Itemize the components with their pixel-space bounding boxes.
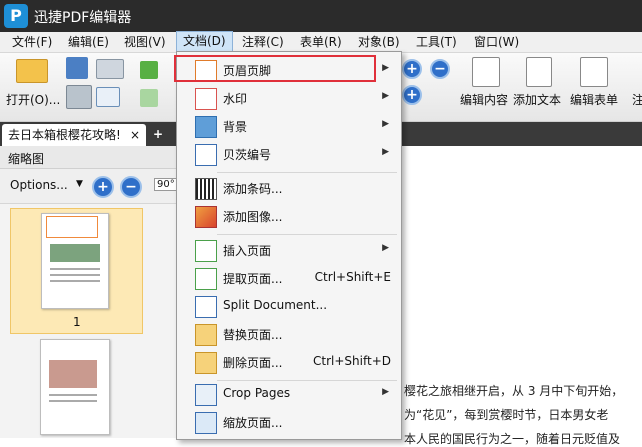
page-number-1: 1 <box>73 315 81 329</box>
submenu-arrow-icon: ▶ <box>382 63 389 73</box>
zoom-out-icon[interactable]: − <box>430 59 450 79</box>
split-document-icon <box>195 296 217 318</box>
menu-item-extract-page[interactable]: 提取页面... Ctrl+Shift+E <box>177 264 401 292</box>
document-text-line-3: 本人民的国民行为之一，随着日元贬值及 <box>404 432 621 446</box>
extract-page-icon <box>195 268 217 290</box>
edit-form-icon[interactable] <box>580 57 608 87</box>
bates-number-icon <box>195 144 217 166</box>
menu-item-add-image[interactable]: 添加图像... <box>177 202 401 230</box>
zoom-in-icon[interactable]: + <box>402 59 422 79</box>
thumbnail-panel: 缩略图 Options... ▼ + − 90° 1 <box>0 146 178 438</box>
panel-toolbar: Options... ▼ + − 90° <box>0 169 178 204</box>
menu-window[interactable]: 窗口(W) <box>468 32 525 52</box>
close-tab-icon[interactable]: × <box>130 124 140 146</box>
highlight-box <box>174 55 376 82</box>
add-text-button[interactable]: 添加文本 <box>513 91 561 108</box>
window-title: 迅捷PDF编辑器 <box>34 10 132 26</box>
page-thumbnail-1[interactable] <box>41 213 109 309</box>
open-button[interactable]: 打开(O)... <box>6 91 60 108</box>
print-icon[interactable] <box>66 85 92 109</box>
menu-object[interactable]: 对象(B) <box>352 32 406 52</box>
background-icon <box>195 116 217 138</box>
page-thumbnail-2[interactable] <box>40 339 110 435</box>
new-tab-icon[interactable]: + <box>150 126 166 142</box>
thumbnail-text-line <box>49 394 97 396</box>
document-tab-label: 去日本箱根樱花攻略! <box>8 128 121 142</box>
menu-item-replace-page[interactable]: 替换页面... <box>177 320 401 348</box>
scanner-icon[interactable] <box>96 59 124 79</box>
menu-tools[interactable]: 工具(T) <box>410 32 463 52</box>
thumbnail-zoom-in-icon[interactable]: + <box>92 176 114 198</box>
shortcut-text: Ctrl+Shift+D <box>313 354 391 368</box>
zoom-fit-icon[interactable]: + <box>402 85 422 105</box>
menu-item-crop-pages[interactable]: Crop Pages ▶ <box>177 380 401 408</box>
menu-item-split-document[interactable]: Split Document... <box>177 292 401 320</box>
document-menu-dropdown: 页眉页脚 ▶ 水印 ▶ 背景 ▶ 贝茨编号 ▶ 添加条码... 添加图像... … <box>176 51 402 440</box>
delete-page-icon <box>195 352 217 374</box>
submenu-arrow-icon: ▶ <box>382 147 389 157</box>
title-bar: P 迅捷PDF编辑器 <box>0 0 642 32</box>
email-icon[interactable] <box>96 87 120 107</box>
menu-item-add-barcode[interactable]: 添加条码... <box>177 174 401 202</box>
menu-form[interactable]: 表单(R) <box>294 32 348 52</box>
rotate-button[interactable]: 90° <box>154 178 178 191</box>
add-image-icon <box>195 206 217 228</box>
barcode-icon <box>195 178 217 200</box>
thumbnail-header-highlight <box>46 216 98 238</box>
menu-item-delete-page[interactable]: 删除页面... Ctrl+Shift+D <box>177 348 401 376</box>
menu-item-bates-number[interactable]: 贝茨编号 ▶ <box>177 140 401 168</box>
app-logo-icon: P <box>4 4 28 28</box>
menu-edit[interactable]: 编辑(E) <box>62 32 115 52</box>
save-icon[interactable] <box>66 57 88 79</box>
menu-separator <box>217 172 397 173</box>
menu-document[interactable]: 文档(D) <box>176 31 233 53</box>
open-folder-icon[interactable] <box>16 59 48 83</box>
document-text-line-1: 樱花之旅相继开启，从 3 月中下旬开始， <box>404 384 624 398</box>
shortcut-text: Ctrl+Shift+E <box>314 270 391 284</box>
edit-content-icon[interactable] <box>472 57 500 87</box>
edit-content-button[interactable]: 编辑内容 <box>460 91 508 108</box>
thumbnail-text-line <box>50 274 100 276</box>
thumbnail-text-line <box>50 268 100 270</box>
menu-bar: 文件(F) 编辑(E) 视图(V) 文档(D) 注释(C) 表单(R) 对象(B… <box>0 31 642 53</box>
thumbnail-text-line <box>50 280 100 282</box>
watermark-icon <box>195 88 217 110</box>
menu-item-background[interactable]: 背景 ▶ <box>177 112 401 140</box>
submenu-arrow-icon: ▶ <box>382 91 389 101</box>
add-text-icon[interactable] <box>526 57 552 87</box>
menu-item-watermark[interactable]: 水印 ▶ <box>177 84 401 112</box>
chevron-down-icon[interactable]: ▼ <box>76 179 83 189</box>
thumbnail-image <box>50 244 100 262</box>
insert-page-icon <box>195 240 217 262</box>
thumbnail-zoom-out-icon[interactable]: − <box>120 176 142 198</box>
submenu-arrow-icon: ▶ <box>382 243 389 253</box>
back-arrow-icon[interactable] <box>140 61 158 79</box>
crop-pages-icon <box>195 384 217 406</box>
thumbnail-text-line <box>49 400 97 402</box>
menu-separator <box>217 234 397 235</box>
menu-view[interactable]: 视图(V) <box>118 32 172 52</box>
thumbnail-image <box>49 360 97 388</box>
menu-item-insert-page[interactable]: 插入页面 ▶ <box>177 236 401 264</box>
panel-header: 缩略图 <box>0 146 177 169</box>
edit-form-button[interactable]: 编辑表单 <box>570 91 618 108</box>
submenu-arrow-icon: ▶ <box>382 387 389 397</box>
options-dropdown[interactable]: Options... <box>10 178 68 192</box>
document-text-line-2: 为“花见”，每到赏樱时节，日本男女老 <box>404 408 609 422</box>
menu-comment[interactable]: 注释(C) <box>236 32 290 52</box>
panel-title: 缩略图 <box>8 152 45 166</box>
submenu-arrow-icon: ▶ <box>382 119 389 129</box>
replace-page-icon <box>195 324 217 346</box>
thumbnail-selected[interactable]: 1 <box>10 208 143 334</box>
document-tab[interactable]: 去日本箱根樱花攻略! × <box>2 124 146 146</box>
resize-page-icon <box>195 412 217 434</box>
forward-arrow-icon[interactable] <box>140 89 158 107</box>
annotation-button-partial[interactable]: 注 <box>632 91 642 108</box>
menu-item-resize-page[interactable]: 缩放页面... <box>177 408 401 436</box>
menu-file[interactable]: 文件(F) <box>6 32 58 52</box>
